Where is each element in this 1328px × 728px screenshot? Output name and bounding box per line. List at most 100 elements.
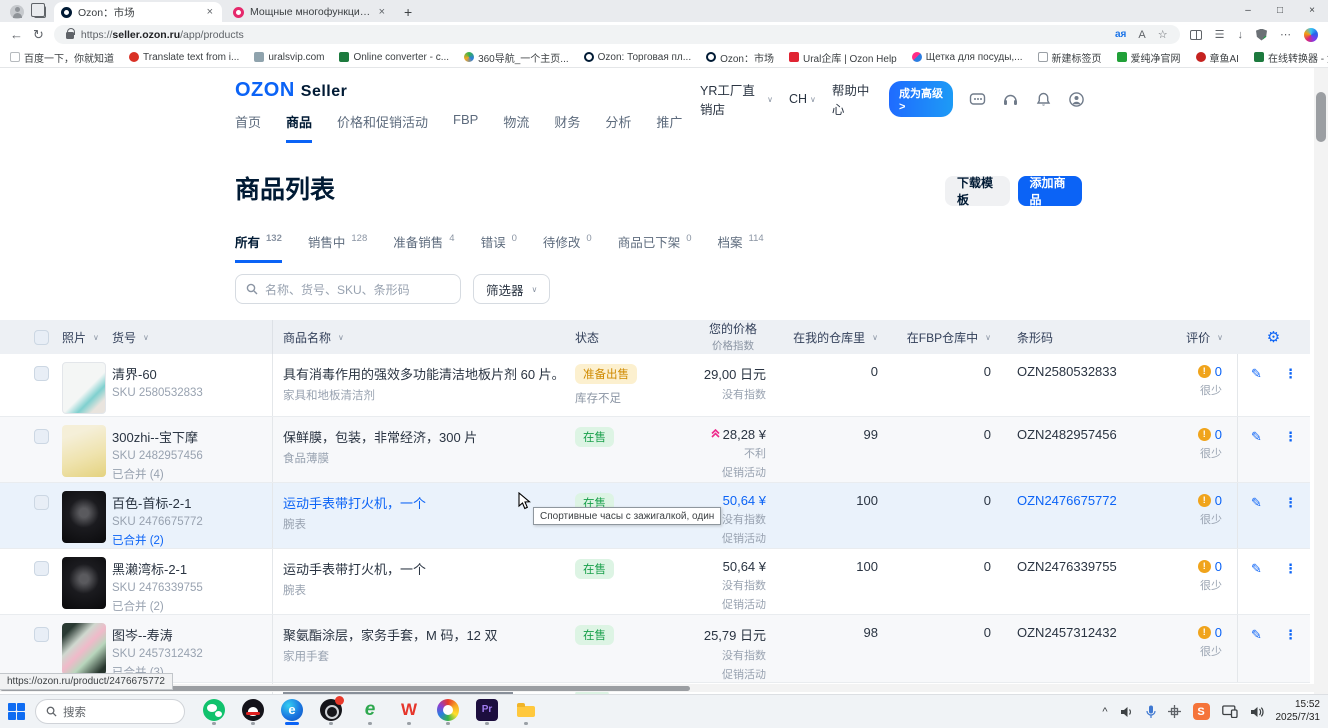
help-center-link[interactable]: 帮助中心: [832, 80, 873, 118]
bookmark-item[interactable]: Ural企库 | Ozon Help: [789, 50, 897, 65]
tab-unlisted[interactable]: 商品已下架0: [618, 232, 692, 263]
browser-tab-ozon[interactable]: Ozon：市场 ×: [54, 2, 222, 22]
download-template-button[interactable]: 下载模板: [945, 176, 1010, 206]
bookmark-item[interactable]: 在线转换器 - 免费...: [1254, 50, 1328, 65]
product-photo[interactable]: [62, 362, 106, 414]
refresh-icon[interactable]: ↻: [33, 27, 44, 43]
maximize-button[interactable]: □: [1264, 0, 1296, 21]
translate-icon[interactable]: ая: [1115, 29, 1126, 40]
price-value[interactable]: 50,64 ¥: [723, 493, 766, 508]
store-selector[interactable]: YR工厂直销店∨: [700, 80, 773, 118]
promo-link[interactable]: 促销活动: [700, 530, 766, 546]
product-article[interactable]: 清界-60: [112, 364, 272, 383]
account-icon[interactable]: [1068, 91, 1085, 108]
nav-home[interactable]: 首页: [235, 112, 261, 143]
product-photo[interactable]: [62, 623, 106, 675]
edit-icon[interactable]: ✎: [1251, 429, 1262, 482]
row-checkbox[interactable]: [34, 366, 49, 381]
add-product-button[interactable]: 添加商品: [1018, 176, 1083, 206]
bookmark-item[interactable]: Translate text from i...: [129, 52, 239, 63]
nav-products[interactable]: 商品: [286, 112, 312, 143]
product-article[interactable]: 百色-首标-2-1: [112, 493, 272, 512]
copilot-icon[interactable]: [1304, 28, 1318, 42]
table-settings-gear-icon[interactable]: ⚙: [1237, 328, 1310, 346]
nav-analytics[interactable]: 分析: [605, 112, 631, 143]
col-article[interactable]: 货号∨: [112, 329, 272, 346]
address-bar[interactable]: https://seller.ozon.ru/app/products ая A…: [54, 25, 1180, 44]
horizontal-scrollbar[interactable]: [0, 684, 1314, 692]
tab-close-icon[interactable]: ×: [205, 6, 215, 18]
row-checkbox[interactable]: [34, 561, 49, 576]
sogou-input-icon[interactable]: S: [1193, 703, 1210, 720]
nav-pricing[interactable]: 价格和促销活动: [337, 112, 428, 143]
workspaces-icon[interactable]: [34, 6, 46, 18]
taskbar-app-wechat[interactable]: [199, 699, 229, 725]
tab-ready[interactable]: 准备销售4: [393, 232, 454, 263]
product-name-link[interactable]: 保鲜膜，包装，非常经济，300 片: [283, 427, 568, 446]
col-fbp[interactable]: 在FBP仓库中∨: [892, 329, 1005, 346]
more-menu-icon[interactable]: ⋯: [1280, 28, 1291, 41]
bookmark-item[interactable]: 360导航_一个主页...: [464, 50, 569, 65]
product-name-link[interactable]: 运动手表带打火机，一个: [283, 559, 568, 578]
product-article[interactable]: 图岑--寿涛: [112, 625, 272, 644]
select-all-checkbox[interactable]: [34, 330, 49, 345]
nav-promotion[interactable]: 推广: [656, 112, 682, 143]
taskbar-app-recorder[interactable]: [316, 699, 346, 725]
nav-fbp[interactable]: FBP: [453, 112, 478, 143]
product-name-link[interactable]: 具有消毒作用的强效多功能清洁地板片剂 60 片。: [283, 364, 568, 383]
row-menu-icon[interactable]: ⋮: [1284, 627, 1297, 682]
display-cast-icon[interactable]: [1222, 705, 1238, 718]
row-checkbox[interactable]: [34, 495, 49, 510]
microphone-icon[interactable]: [1146, 705, 1156, 719]
taskbar-app-premiere[interactable]: Pr: [472, 699, 502, 725]
chat-icon[interactable]: [969, 91, 986, 108]
read-aloud-icon[interactable]: A: [1138, 29, 1145, 41]
product-name-link[interactable]: 聚氨酯涂层，家务手套，M 码，12 双: [283, 625, 568, 644]
speaker-icon[interactable]: [1120, 706, 1134, 718]
taskbar-app-360browser[interactable]: e: [355, 699, 385, 725]
vertical-scrollbar[interactable]: [1314, 68, 1328, 694]
bookmark-item[interactable]: 章鱼AI: [1196, 50, 1239, 65]
promo-link[interactable]: 促销活动: [700, 666, 766, 682]
product-article[interactable]: 300zhi--宝下摩: [112, 427, 272, 446]
taskbar-search[interactable]: 搜索: [35, 699, 185, 724]
browser-tab-secondary[interactable]: Мощные многофункциональные ×: [226, 2, 394, 22]
tab-to-fix[interactable]: 待修改0: [543, 232, 592, 263]
tab-archive[interactable]: 档案114: [718, 232, 764, 263]
favorites-bar-icon[interactable]: ☰: [1215, 28, 1225, 41]
downloads-icon[interactable]: ↓: [1238, 29, 1244, 41]
merged-link[interactable]: 已合并 (2): [112, 598, 272, 614]
bookmark-item[interactable]: Ozon：市场: [706, 50, 774, 65]
taskbar-app-file-explorer[interactable]: [511, 699, 541, 725]
nav-logistics[interactable]: 物流: [503, 112, 529, 143]
col-photo[interactable]: 照片∨: [62, 329, 112, 346]
support-headset-icon[interactable]: [1002, 91, 1019, 108]
new-tab-button[interactable]: +: [394, 4, 422, 22]
promo-link[interactable]: 促销活动: [700, 596, 766, 612]
bookmark-item[interactable]: 爱纯净官网: [1117, 50, 1181, 65]
col-stock[interactable]: 在我的仓库里∨: [780, 329, 892, 346]
adblock-shield-icon[interactable]: ✓: [1256, 29, 1267, 41]
lock-icon[interactable]: [66, 32, 74, 39]
minimize-button[interactable]: –: [1232, 0, 1264, 21]
row-checkbox[interactable]: [34, 429, 49, 444]
bookmark-item[interactable]: uralsvip.com: [254, 52, 324, 63]
edit-icon[interactable]: ✎: [1251, 561, 1262, 614]
tab-on-sale[interactable]: 销售中128: [308, 232, 367, 263]
bookmark-item[interactable]: Online converter - c...: [339, 52, 449, 63]
remote-control-icon[interactable]: [1168, 705, 1181, 718]
tab-close-icon[interactable]: ×: [377, 6, 387, 18]
ozon-seller-logo[interactable]: OZONSeller: [235, 79, 347, 102]
tab-errors[interactable]: 错误0: [481, 232, 517, 263]
merged-link[interactable]: 已合并 (2): [112, 532, 272, 548]
close-button[interactable]: ×: [1296, 0, 1328, 21]
row-menu-icon[interactable]: ⋮: [1284, 561, 1297, 614]
row-menu-icon[interactable]: ⋮: [1284, 495, 1297, 548]
scrollbar-thumb[interactable]: [1316, 92, 1326, 142]
volume-icon[interactable]: [1250, 706, 1264, 718]
bookmark-item[interactable]: Ozon: Торговая пл...: [584, 52, 691, 63]
taskbar-app-browser-ring[interactable]: [433, 699, 463, 725]
col-rating[interactable]: 评价∨: [1130, 329, 1237, 346]
taskbar-app-edge[interactable]: e: [277, 699, 307, 725]
taskbar-clock[interactable]: 15:522025/7/31: [1276, 699, 1321, 724]
